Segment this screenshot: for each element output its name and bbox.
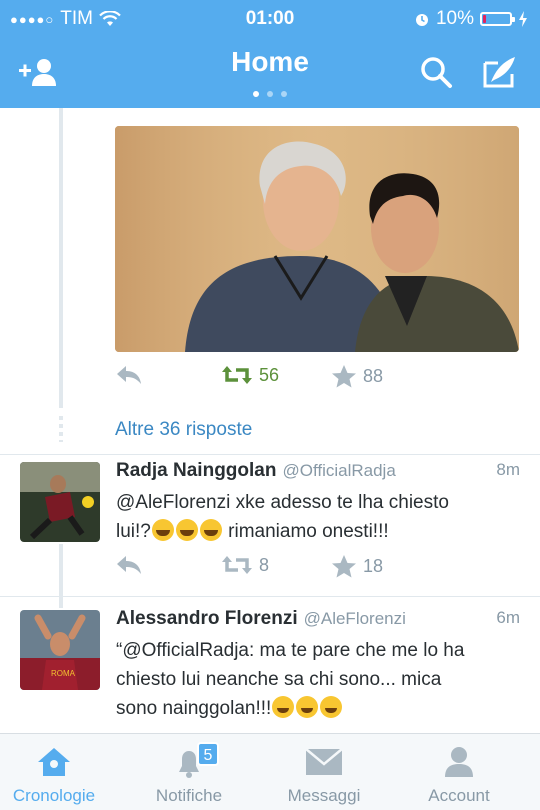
retweet-count: 56 xyxy=(259,364,280,385)
reply-button[interactable] xyxy=(115,554,143,576)
retweet-button[interactable]: 8 xyxy=(221,554,269,576)
conversation-thread-line xyxy=(59,544,63,608)
tweet-radja[interactable]: Radja Nainggolan @OfficialRadja 8m @AleFl… xyxy=(0,460,540,582)
retweet-button[interactable]: 56 xyxy=(221,364,279,386)
compose-tweet-button[interactable] xyxy=(480,52,520,92)
divider xyxy=(0,596,540,597)
divider xyxy=(0,454,540,455)
star-icon xyxy=(332,555,356,578)
alarm-icon xyxy=(415,14,428,26)
page-title: Home xyxy=(231,46,309,77)
search-icon xyxy=(421,57,452,88)
tab-label: Cronologie xyxy=(12,786,96,805)
person-icon xyxy=(445,747,473,777)
smiley-emoji-icon xyxy=(296,696,319,718)
photo-illustration xyxy=(115,126,519,352)
favorite-count: 18 xyxy=(363,555,384,576)
envelope-icon xyxy=(305,748,343,775)
home-icon xyxy=(38,748,70,776)
laughing-emoji-icon xyxy=(175,519,198,541)
more-replies-link[interactable]: Altre 36 risposte xyxy=(115,419,252,441)
tweet-florenzi[interactable]: ROMA Alessandro Florenzi @AleFlorenzi 6m … xyxy=(0,608,540,733)
tweet-text-line-2: lui!? rimaniamo onesti!!! xyxy=(116,519,389,542)
favorite-button[interactable]: 88 xyxy=(331,364,383,388)
page-indicator xyxy=(0,84,540,102)
conversation-thread-line xyxy=(59,108,63,408)
tab-notifications[interactable]: 5 Notifiche xyxy=(135,734,243,810)
tab-timelines[interactable]: Cronologie xyxy=(0,734,108,810)
tab-label: Notifiche xyxy=(155,786,223,805)
tab-messages[interactable]: Messaggi xyxy=(270,734,378,810)
tweet-text-line-3: sono nainggolan!!! xyxy=(116,694,516,723)
top-bar: ●●●●○ TIM 01:00 10% Home xyxy=(0,0,540,108)
search-button[interactable] xyxy=(416,52,456,92)
tweet-text-line-1: @AleFlorenzi xke adesso te lha chiesto xyxy=(116,492,449,513)
laughing-emoji-icon xyxy=(199,519,222,541)
timeline[interactable]: 56 88 Altre 36 risposte Radja Nainggolan… xyxy=(0,108,540,733)
battery-percent: 10% xyxy=(435,8,474,29)
tweet-text-line-1: “@OfficialRadja: ma te pare che me lo ha xyxy=(116,640,465,661)
tweet-photo[interactable] xyxy=(115,126,519,352)
reply-icon xyxy=(117,366,141,384)
reply-button[interactable] xyxy=(115,364,143,386)
author-name[interactable]: Alessandro Florenzi xyxy=(116,608,298,629)
tweet-text: @AleFlorenzi xke adesso te lha chiesto l… xyxy=(116,488,516,546)
author-handle[interactable]: @OfficialRadja xyxy=(282,461,395,480)
status-bar: ●●●●○ TIM 01:00 10% xyxy=(0,0,540,36)
star-icon xyxy=(332,365,356,388)
thread-gap-line xyxy=(59,416,63,442)
svg-text:ROMA: ROMA xyxy=(51,669,76,678)
retweet-icon xyxy=(222,366,252,384)
author-name[interactable]: Radja Nainggolan xyxy=(116,460,276,481)
tweet-text-line-2: chiesto lui neanche sa chi sono... mica xyxy=(116,669,442,690)
author-handle[interactable]: @AleFlorenzi xyxy=(304,609,406,628)
avatar[interactable]: ROMA xyxy=(20,610,100,690)
tweet-text: “@OfficialRadja: ma te pare che me lo ha… xyxy=(116,636,516,723)
smiley-emoji-icon xyxy=(320,696,343,718)
laughing-emoji-icon xyxy=(151,519,174,541)
tweet-time: 6m xyxy=(496,608,520,627)
tab-label: Account xyxy=(428,786,490,805)
favorite-button[interactable]: 18 xyxy=(331,554,383,578)
retweet-icon xyxy=(222,556,252,574)
retweet-count: 8 xyxy=(259,554,270,575)
tab-label: Messaggi xyxy=(287,786,361,805)
tweet-time: 8m xyxy=(496,460,520,479)
reply-icon xyxy=(117,556,141,574)
smiley-emoji-icon xyxy=(272,696,295,718)
avatar[interactable] xyxy=(20,462,100,542)
tab-account[interactable]: Account xyxy=(405,734,513,810)
favorite-count: 88 xyxy=(363,365,384,386)
tab-bar: Cronologie 5 Notifiche Messaggi Account xyxy=(0,733,540,810)
charging-icon xyxy=(519,11,527,27)
compose-icon xyxy=(483,57,515,88)
battery-icon xyxy=(480,12,515,26)
notification-badge: 5 xyxy=(197,742,219,766)
